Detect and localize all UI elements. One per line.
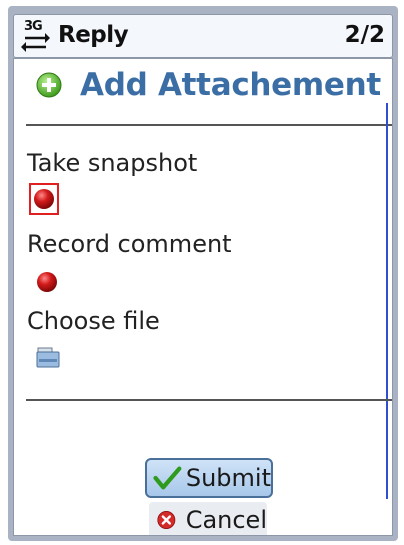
panel-header: Add Attachement (36, 63, 381, 107)
take-snapshot-button[interactable] (29, 183, 59, 215)
divider-bottom (26, 399, 392, 401)
submit-button[interactable]: Submit (145, 458, 273, 498)
cancel-icon (157, 511, 176, 529)
divider-top (26, 124, 392, 126)
window-title: Reply (58, 22, 129, 48)
scrollbar[interactable] (386, 103, 388, 499)
network-3g-icon: 3G (21, 19, 51, 53)
title-bar: 3G Reply 2/2 (13, 14, 393, 58)
record-comment-button[interactable] (36, 271, 58, 293)
cancel-label: Cancel (185, 506, 267, 534)
record-comment-label: Record comment (27, 230, 232, 258)
attachment-panel: Add Attachement Take snapshot Record com… (13, 58, 393, 536)
checkmark-icon (153, 466, 182, 490)
take-snapshot-label: Take snapshot (27, 149, 198, 177)
page-indicator: 2/2 (344, 22, 385, 48)
choose-file-label: Choose file (27, 307, 160, 335)
record-icon (34, 189, 54, 209)
submit-label: Submit (185, 464, 271, 492)
cancel-button[interactable]: Cancel (149, 502, 267, 535)
choose-file-button[interactable] (36, 345, 62, 369)
plus-circle-icon (36, 72, 62, 98)
panel-title: Add Attachement (80, 67, 381, 103)
